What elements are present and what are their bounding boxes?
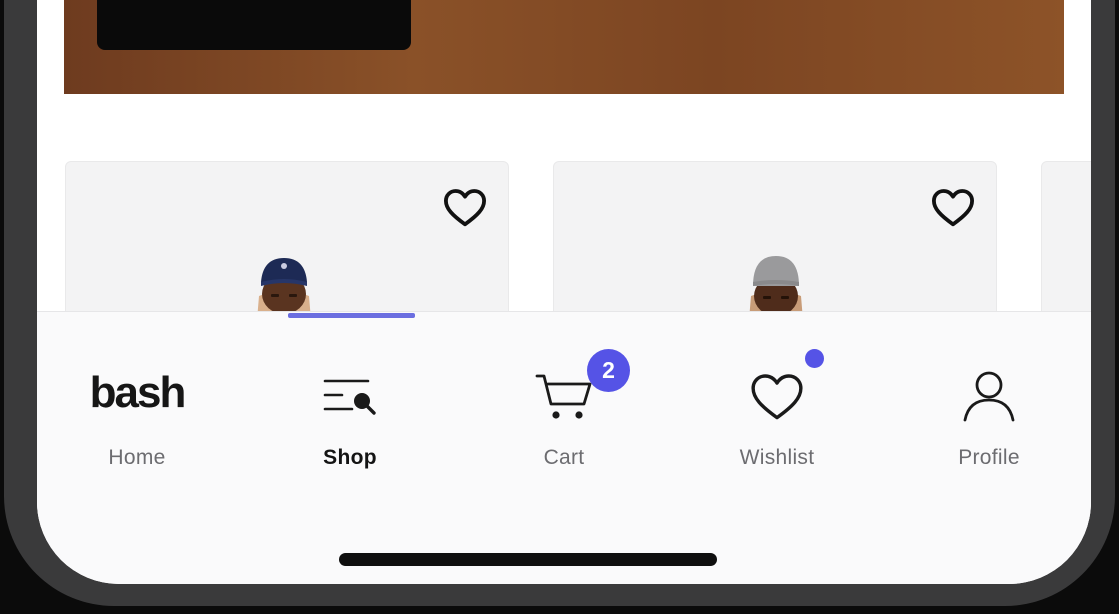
heart-icon bbox=[751, 374, 803, 420]
banner-overlay bbox=[97, 0, 411, 50]
home-icon-wrap: bash bbox=[47, 364, 227, 428]
tab-wishlist[interactable]: Wishlist bbox=[687, 349, 867, 484]
product-image bbox=[749, 256, 803, 320]
cart-icon-wrap: 2 bbox=[474, 349, 654, 428]
list-search-icon bbox=[323, 379, 376, 415]
tab-shop-label: Shop bbox=[323, 446, 377, 469]
home-indicator[interactable] bbox=[339, 553, 717, 566]
profile-icon-wrap bbox=[899, 364, 1079, 428]
product-image bbox=[257, 258, 311, 320]
tab-shop[interactable]: Shop bbox=[260, 364, 440, 484]
bottom-tab-bar: bash Home Shop 2 Cart Wishlist Profile bbox=[37, 311, 1091, 584]
bash-logo: bash bbox=[89, 368, 187, 417]
wishlist-toggle-button[interactable] bbox=[442, 185, 488, 229]
heart-outline-icon bbox=[444, 189, 487, 227]
wishlist-notification-dot bbox=[805, 349, 824, 368]
promo-banner[interactable] bbox=[64, 0, 1064, 94]
tab-cart[interactable]: 2 Cart bbox=[474, 349, 654, 484]
tab-home[interactable]: bash Home bbox=[47, 364, 227, 484]
tab-wishlist-label: Wishlist bbox=[739, 446, 815, 469]
app-screen: bash Home Shop 2 Cart Wishlist Profile bbox=[37, 0, 1091, 584]
shop-icon-wrap bbox=[260, 364, 440, 428]
heart-outline-icon bbox=[932, 189, 974, 227]
tab-cart-label: Cart bbox=[543, 446, 585, 469]
wishlist-icon-wrap bbox=[687, 349, 867, 428]
tab-profile-label: Profile bbox=[958, 446, 1020, 469]
wishlist-toggle-button[interactable] bbox=[930, 185, 976, 229]
tab-profile[interactable]: Profile bbox=[899, 364, 1079, 484]
cart-count-badge: 2 bbox=[587, 349, 630, 392]
tab-home-label: Home bbox=[108, 446, 166, 469]
user-icon bbox=[963, 371, 1015, 422]
active-tab-indicator bbox=[288, 313, 415, 318]
cart-icon bbox=[535, 374, 592, 419]
